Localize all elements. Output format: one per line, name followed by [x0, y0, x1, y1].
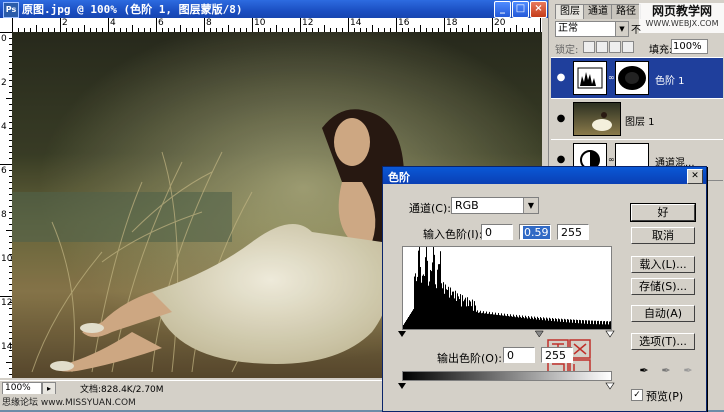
fill-label: 填充:	[649, 45, 673, 56]
document-titlebar[interactable]: Ps 原图.jpg @ 100% (色阶 1, 图层蒙版/8) _ □ ×	[0, 0, 548, 18]
layer-thumb	[573, 102, 621, 136]
input-levels-label: 输入色阶(I):	[423, 228, 483, 241]
save-button[interactable]: 存储(S)...	[631, 278, 695, 295]
ruler-label: 0	[1, 34, 7, 44]
lock-label: 锁定:	[555, 45, 579, 56]
white-input-slider[interactable]	[605, 330, 615, 338]
options-button[interactable]: 选项(T)...	[631, 333, 695, 350]
output-sliders[interactable]	[396, 380, 616, 390]
layer-row-layer1[interactable]: ● 图层 1	[551, 98, 723, 140]
channel-value: RGB	[455, 199, 479, 212]
ruler-label: 18	[446, 18, 458, 28]
levels-titlebar[interactable]: 色阶 ✕	[383, 167, 706, 184]
maximize-button[interactable]: □	[512, 1, 529, 18]
chain-link-icon[interactable]: ∞	[608, 73, 615, 82]
load-button[interactable]: 载入(L)...	[631, 256, 695, 273]
input-black-field[interactable]: 0	[481, 224, 513, 240]
white-eyedropper-icon[interactable]: ✒	[681, 364, 695, 378]
site-watermark-line1: 网页教学网	[651, 4, 712, 18]
black-output-slider[interactable]	[398, 383, 406, 389]
forum-watermark: 思缘论坛 www.MISSYUAN.COM	[2, 398, 136, 408]
output-white-field[interactable]: 255	[541, 347, 573, 363]
output-levels-label: 输出色阶(O):	[437, 352, 502, 365]
layer-name: 图层 1	[625, 117, 655, 128]
eye-icon[interactable]: ●	[553, 112, 569, 126]
lock-all-icon[interactable]	[622, 41, 634, 53]
fill-input[interactable]: 100%	[671, 39, 708, 54]
chevron-down-icon[interactable]: ▼	[615, 22, 628, 36]
lock-transparent-icon[interactable]	[583, 41, 595, 53]
gamma-input-slider[interactable]	[534, 330, 544, 338]
site-watermark: 网页教学网 WWW.WEBJX.COM	[639, 3, 724, 33]
levels-adjustment-thumb	[573, 61, 607, 95]
tab-channels[interactable]: 通道	[583, 4, 613, 19]
ruler-label: 8	[1, 210, 7, 220]
opacity-label: 不	[631, 25, 641, 36]
tab-layers[interactable]: 图层	[555, 4, 585, 19]
eye-icon[interactable]: ●	[553, 71, 569, 85]
preview-checkbox[interactable]: ✓	[631, 389, 643, 401]
blend-mode-select[interactable]: 正常 ▼	[555, 21, 629, 37]
ruler-label: 16	[398, 18, 410, 28]
ruler-label: 12	[1, 298, 13, 308]
histogram	[402, 246, 612, 379]
ruler-label: 14	[350, 18, 362, 28]
layer-row-levels[interactable]: ● ∞ 色阶 1	[551, 57, 723, 99]
chevron-down-icon[interactable]: ▼	[523, 198, 538, 213]
ruler-label: 4	[110, 18, 116, 28]
ruler-label: 6	[1, 166, 7, 176]
horizontal-ruler[interactable]: 246810121416182022	[12, 18, 542, 33]
black-input-slider[interactable]	[398, 331, 406, 337]
ruler-label: 12	[302, 18, 314, 28]
histogram-bars	[403, 247, 611, 329]
eye-icon[interactable]: ●	[553, 153, 569, 167]
layer-name: 色阶 1	[655, 76, 685, 87]
photoshop-icon: Ps	[3, 2, 19, 18]
close-icon[interactable]: ✕	[687, 169, 703, 184]
preview-label: 预览(P)	[646, 390, 684, 403]
channel-select[interactable]: RGB ▼	[451, 197, 539, 214]
tab-paths[interactable]: 路径	[611, 4, 641, 19]
ruler-label: 10	[1, 254, 13, 264]
input-sliders[interactable]	[396, 328, 616, 338]
black-eyedropper-icon[interactable]: ✒	[637, 364, 651, 378]
lock-brush-icon[interactable]	[596, 41, 608, 53]
ruler-label: 20	[494, 18, 506, 28]
ruler-label: 2	[1, 78, 7, 88]
lock-move-icon[interactable]	[609, 41, 621, 53]
ruler-label: 14	[1, 342, 13, 352]
ruler-label: 10	[254, 18, 266, 28]
site-watermark-line2: WWW.WEBJX.COM	[645, 19, 719, 28]
document-title: 原图.jpg @ 100% (色阶 1, 图层蒙版/8)	[22, 3, 243, 16]
minimize-button[interactable]: _	[494, 1, 511, 18]
ruler-label: 4	[1, 122, 7, 132]
layer-mask-thumb[interactable]	[615, 61, 649, 95]
ruler-ticks	[12, 18, 541, 32]
ruler-label: 8	[206, 18, 212, 28]
gray-eyedropper-icon[interactable]: ✒	[659, 364, 673, 378]
cancel-button[interactable]: 取消	[631, 227, 695, 244]
ruler-label: 2	[62, 18, 68, 28]
ruler-label: 6	[158, 18, 164, 28]
ok-button[interactable]: 好	[630, 203, 696, 222]
input-white-field[interactable]: 255	[557, 224, 589, 240]
channel-label: 通道(C):	[409, 202, 451, 215]
close-window-button[interactable]: ×	[530, 1, 547, 18]
auto-button[interactable]: 自动(A)	[631, 305, 695, 322]
input-gamma-field[interactable]: 0.59	[519, 224, 551, 240]
white-output-slider[interactable]	[605, 382, 615, 390]
levels-dialog: 色阶 ✕ 通道(C): RGB ▼ 输入色阶(I): 0 0.59 255 输出…	[382, 166, 707, 412]
output-black-field[interactable]: 0	[503, 347, 535, 363]
levels-title: 色阶	[388, 171, 410, 184]
input-gamma-value: 0.59	[523, 226, 550, 239]
chain-link-icon[interactable]: ∞	[608, 155, 615, 164]
blend-mode-value: 正常	[558, 23, 578, 34]
